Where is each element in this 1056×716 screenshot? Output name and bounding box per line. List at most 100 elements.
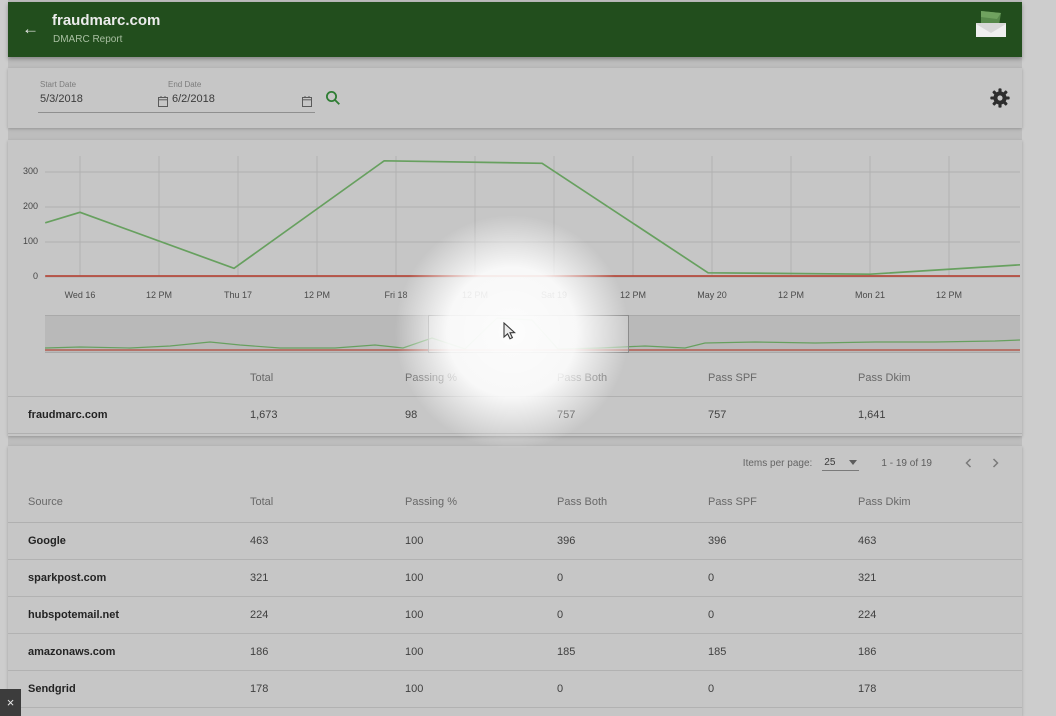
x-axis-label: 12 PM — [620, 290, 646, 300]
table-cell: 0 — [708, 683, 858, 695]
gear-icon[interactable] — [989, 87, 1011, 114]
table-cell: 98 — [405, 409, 557, 421]
end-date-input[interactable]: 6/2/2018 — [172, 93, 215, 105]
x-axis-label: Wed 16 — [65, 290, 96, 300]
table-cell: 0 — [708, 572, 858, 584]
x-axis-label: Sat 19 — [541, 290, 567, 300]
date-filter-bar: Start Date 5/3/2018 End Date 6/2/2018 — [8, 68, 1022, 128]
column-header: Passing % — [405, 372, 557, 384]
table-row[interactable]: hubspotemail.net22410000224 — [8, 597, 1022, 633]
source-table-body: Google463100396396463sparkpost.com321100… — [8, 523, 1022, 708]
summary-table-header: TotalPassing %Pass BothPass SPFPass Dkim — [8, 360, 1022, 397]
column-header: Pass Dkim — [858, 372, 1022, 384]
table-cell: 757 — [708, 409, 858, 421]
page-size-value: 25 — [824, 457, 835, 468]
table-header-row: TotalPassing %Pass BothPass SPFPass Dkim — [8, 360, 1022, 396]
column-header: Total — [250, 496, 405, 508]
table-cell: 185 — [557, 646, 708, 658]
table-cell: 396 — [557, 535, 708, 547]
table-cell: 224 — [858, 609, 1022, 621]
table-cell: 100 — [405, 646, 557, 658]
paginator: Items per page: 25 1 - 19 of 19 — [743, 446, 1008, 480]
series-line-passing — [45, 161, 1020, 274]
table-cell: Google — [8, 535, 250, 547]
table-cell: 757 — [557, 409, 708, 421]
table-row[interactable]: Sendgrid17810000178 — [8, 671, 1022, 707]
table-cell: 100 — [405, 535, 557, 547]
table-cell: 224 — [250, 609, 405, 621]
next-page-button[interactable] — [982, 452, 1008, 474]
table-cell: 0 — [708, 609, 858, 621]
close-icon[interactable]: × — [0, 689, 21, 716]
table-cell: amazonaws.com — [8, 646, 250, 658]
table-cell: 100 — [405, 572, 557, 584]
back-arrow-icon[interactable]: ← — [22, 19, 39, 39]
x-axis-label: 12 PM — [778, 290, 804, 300]
chart-brush-strip[interactable] — [45, 315, 1020, 353]
calendar-icon[interactable] — [302, 94, 312, 112]
table-cell: fraudmarc.com — [8, 409, 250, 421]
date-fields-underline — [38, 112, 315, 113]
page-range-label: 1 - 19 of 19 — [881, 458, 932, 469]
column-header: Pass Both — [557, 372, 708, 384]
table-cell: 463 — [858, 535, 1022, 547]
x-axis-label: 12 PM — [304, 290, 330, 300]
table-cell: 100 — [405, 609, 557, 621]
y-axis-label: 0 — [12, 271, 38, 281]
items-per-page-label: Items per page: — [743, 458, 812, 469]
page-title: fraudmarc.com — [52, 12, 160, 29]
table-cell: 100 — [405, 683, 557, 695]
end-date-label: End Date — [168, 80, 201, 89]
x-axis-label: 12 PM — [462, 290, 488, 300]
column-header: Pass Both — [557, 496, 708, 508]
column-header: Source — [8, 496, 250, 508]
timeline-chart-panel: TotalPassing %Pass BothPass SPFPass Dkim… — [8, 140, 1022, 436]
table-cell: 396 — [708, 535, 858, 547]
page-subtitle: DMARC Report — [53, 34, 122, 45]
table-cell: 178 — [858, 683, 1022, 695]
x-axis-label: Mon 21 — [855, 290, 885, 300]
envelope-logo-icon — [974, 10, 1008, 45]
table-cell: 321 — [858, 572, 1022, 584]
line-chart — [45, 150, 1020, 282]
column-header: Pass Dkim — [858, 496, 1022, 508]
table-cell: Sendgrid — [8, 683, 250, 695]
table-cell: 0 — [557, 572, 708, 584]
table-row[interactable]: sparkpost.com32110000321 — [8, 560, 1022, 596]
column-header: Pass SPF — [708, 372, 858, 384]
table-cell: 0 — [557, 683, 708, 695]
start-date-input[interactable]: 5/3/2018 — [40, 93, 83, 105]
sources-table-panel: Items per page: 25 1 - 19 of 19 SourceTo… — [8, 446, 1022, 716]
y-axis-label: 100 — [12, 236, 38, 246]
previous-page-button[interactable] — [956, 452, 982, 474]
table-cell: 321 — [250, 572, 405, 584]
x-axis-label: Fri 18 — [384, 290, 407, 300]
table-row[interactable]: fraudmarc.com1,673987577571,641 — [8, 397, 1022, 433]
table-cell: hubspotemail.net — [8, 609, 250, 621]
x-axis-label: Thu 17 — [224, 290, 252, 300]
x-axis-label: 12 PM — [936, 290, 962, 300]
table-header-row: SourceTotalPassing %Pass BothPass SPFPas… — [8, 482, 1022, 522]
table-cell: 178 — [250, 683, 405, 695]
app-bar: ← fraudmarc.com DMARC Report — [8, 2, 1022, 57]
y-axis-label: 300 — [12, 166, 38, 176]
table-cell: 186 — [250, 646, 405, 658]
table-row[interactable]: Google463100396396463 — [8, 523, 1022, 559]
start-date-label: Start Date — [40, 80, 76, 89]
y-axis-label: 200 — [12, 201, 38, 211]
table-cell: 185 — [708, 646, 858, 658]
x-axis-label: May 20 — [697, 290, 727, 300]
table-cell: 463 — [250, 535, 405, 547]
calendar-icon[interactable] — [158, 94, 168, 112]
x-axis-label: 12 PM — [146, 290, 172, 300]
table-cell: sparkpost.com — [8, 572, 250, 584]
summary-table-body: fraudmarc.com1,673987577571,641 — [8, 397, 1022, 434]
dropdown-arrow-icon — [849, 460, 857, 465]
table-cell: 186 — [858, 646, 1022, 658]
table-row[interactable]: amazonaws.com186100185185186 — [8, 634, 1022, 670]
column-header: Passing % — [405, 496, 557, 508]
page-size-select[interactable]: 25 — [822, 456, 859, 471]
brush-selection-window[interactable] — [428, 315, 629, 353]
column-header: Total — [250, 372, 405, 384]
search-icon[interactable] — [325, 90, 341, 111]
